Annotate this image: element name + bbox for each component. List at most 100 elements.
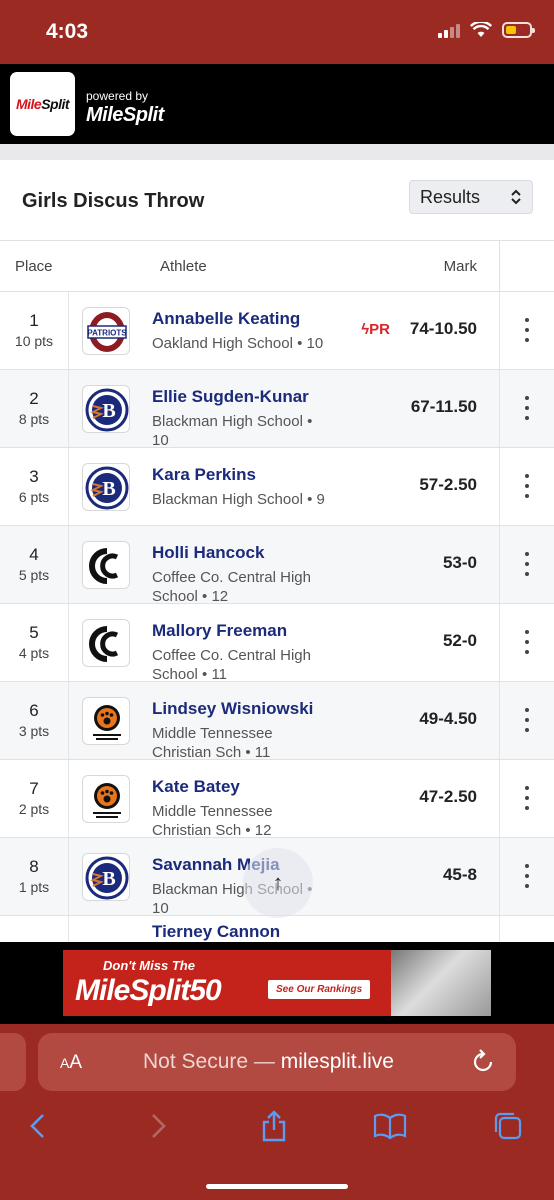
pr-label: PR xyxy=(369,321,390,338)
url-security-label: Not Secure — xyxy=(143,1050,275,1073)
previous-tab-preview[interactable] xyxy=(0,1033,26,1091)
athlete-name[interactable]: Tierney Cannon xyxy=(152,922,280,942)
athlete-name[interactable]: Kara Perkins xyxy=(152,465,256,485)
table-row[interactable]: 6 3 pts Lindsey Wisniowski Middle Tennes… xyxy=(0,682,554,761)
site-header: MileSplit powered by MileSplit xyxy=(0,64,554,144)
header-place[interactable]: Place xyxy=(15,258,53,275)
athlete-name[interactable]: Holli Hancock xyxy=(152,543,264,563)
address-bar[interactable]: AA Not Secure — milesplit.live xyxy=(38,1033,516,1091)
table-row[interactable]: 3 6 pts B Kara Perkins Blackman High Sch… xyxy=(0,448,554,526)
results-content: Girls Discus Throw Results Place Athlete… xyxy=(0,160,554,942)
table-row[interactable]: Tierney Cannon xyxy=(0,916,554,942)
section-divider xyxy=(0,144,554,160)
status-time: 4:03 xyxy=(46,20,89,43)
view-select-value: Results xyxy=(420,186,481,207)
more-options-icon[interactable] xyxy=(522,552,532,576)
mark-value: 47-2.50 xyxy=(419,787,477,806)
more-options-icon[interactable] xyxy=(522,630,532,654)
place-cell: 4 5 pts xyxy=(0,545,68,583)
pr-badge: ϟPR xyxy=(361,321,390,338)
place-number: 1 xyxy=(29,311,39,330)
place-number: 7 xyxy=(29,779,39,798)
place-cell: 2 8 pts xyxy=(0,389,68,427)
mark-value: 67-11.50 xyxy=(410,397,477,416)
ad-cta-button[interactable]: See Our Rankings xyxy=(268,980,371,999)
mark-value: 74-10.50 xyxy=(409,319,477,338)
back-icon[interactable] xyxy=(20,1108,56,1144)
table-row[interactable]: 4 5 pts Holli Hancock Coffee Co. Central… xyxy=(0,526,554,605)
place-number: 8 xyxy=(29,857,39,876)
athlete-name[interactable]: Annabelle Keating xyxy=(152,309,300,329)
athlete-name[interactable]: Lindsey Wisniowski xyxy=(152,699,313,719)
athlete-school: Middle Tennessee Christian Sch • 12 xyxy=(152,803,273,839)
results-table: Place Athlete Mark 1 10 pts PATRIOTS Ann… xyxy=(0,240,554,942)
athlete-school: Middle Tennessee Christian Sch • 11 xyxy=(152,725,273,761)
wifi-icon xyxy=(470,22,492,37)
browser-toolbar xyxy=(0,1106,554,1146)
athlete-school: Oakland High School • 10 xyxy=(152,335,324,352)
place-cell: 3 6 pts xyxy=(0,467,68,505)
mtcs-paw-logo[interactable] xyxy=(82,697,130,745)
blackman-b-logo[interactable]: B xyxy=(82,853,130,901)
place-cell: 5 4 pts xyxy=(0,623,68,661)
more-options-icon[interactable] xyxy=(522,786,532,810)
table-row[interactable]: 2 8 pts B Ellie Sugden-Kunar Blackman Hi… xyxy=(0,370,554,449)
place-cell: 6 3 pts xyxy=(0,701,68,739)
more-options-icon[interactable] xyxy=(522,864,532,888)
place-number: 3 xyxy=(29,467,39,486)
more-options-icon[interactable] xyxy=(522,318,532,342)
svg-text:PATRIOTS: PATRIOTS xyxy=(87,329,127,338)
status-icons xyxy=(438,22,535,38)
svg-text:B: B xyxy=(102,868,115,890)
table-header: Place Athlete Mark xyxy=(0,241,554,292)
athlete-school: Blackman High School • 9 xyxy=(152,491,325,508)
place-points: 10 pts xyxy=(14,333,54,349)
more-options-icon[interactable] xyxy=(522,474,532,498)
more-options-icon[interactable] xyxy=(522,396,532,420)
bookmarks-icon[interactable] xyxy=(372,1108,408,1144)
view-select[interactable]: Results xyxy=(409,180,533,214)
blackman-b-logo[interactable]: B xyxy=(82,385,130,433)
svg-text:B: B xyxy=(102,400,115,422)
athlete-school: Coffee Co. Central High School • 11 xyxy=(152,647,311,683)
arrow-up-icon: ↑ xyxy=(272,870,284,895)
mtcs-paw-logo[interactable] xyxy=(82,775,130,823)
text-size-button[interactable]: AA xyxy=(60,1052,82,1074)
header-athlete[interactable]: Athlete xyxy=(160,258,207,275)
place-points: 2 pts xyxy=(18,801,50,817)
share-icon[interactable] xyxy=(256,1108,292,1144)
table-row[interactable]: 7 2 pts Kate Batey Middle Tennessee Chri… xyxy=(0,760,554,839)
place-cell: 8 1 pts xyxy=(0,857,68,895)
athlete-school: Coffee Co. Central High School • 12 xyxy=(152,569,311,605)
ad-banner[interactable]: Don't Miss The MileSplit50 See Our Ranki… xyxy=(63,950,491,1016)
place-number: 4 xyxy=(29,545,39,564)
place-points: 3 pts xyxy=(18,723,50,739)
tabs-icon[interactable] xyxy=(490,1108,526,1144)
more-options-icon[interactable] xyxy=(522,708,532,732)
athlete-name[interactable]: Kate Batey xyxy=(152,777,240,797)
battery-icon xyxy=(502,22,535,38)
logo-text-dark: Split xyxy=(41,96,70,112)
blackman-b-logo[interactable]: B xyxy=(82,463,130,511)
svg-text:B: B xyxy=(102,478,115,500)
forward-icon[interactable] xyxy=(140,1108,176,1144)
athlete-name[interactable]: Mallory Freeman xyxy=(152,621,287,641)
place-number: 2 xyxy=(29,389,39,408)
header-mark[interactable]: Mark xyxy=(444,258,477,275)
coffee-county-cc-logo[interactable] xyxy=(82,619,130,667)
table-row[interactable]: 5 4 pts Mallory Freeman Coffee Co. Centr… xyxy=(0,604,554,683)
mark-value: 49-4.50 xyxy=(419,709,477,728)
place-number: 5 xyxy=(29,623,39,642)
table-row[interactable]: 1 10 pts PATRIOTS Annabelle Keating Oakl… xyxy=(0,292,554,370)
milesplit-logo[interactable]: MileSplit xyxy=(10,72,75,136)
scroll-to-top-button[interactable]: ↑ xyxy=(243,848,313,918)
ad-brand: MileSplit50 xyxy=(75,974,222,1007)
cellular-signal-icon xyxy=(438,22,460,38)
ad-headline: Don't Miss The xyxy=(103,958,195,973)
reload-icon[interactable] xyxy=(470,1046,496,1076)
url-display[interactable]: Not Secure — milesplit.live xyxy=(143,1050,394,1074)
coffee-county-cc-logo[interactable] xyxy=(82,541,130,589)
oakland-patriots-logo[interactable]: PATRIOTS xyxy=(82,307,130,355)
athlete-name[interactable]: Ellie Sugden-Kunar xyxy=(152,387,309,407)
mark-value: 45-8 xyxy=(442,865,477,884)
